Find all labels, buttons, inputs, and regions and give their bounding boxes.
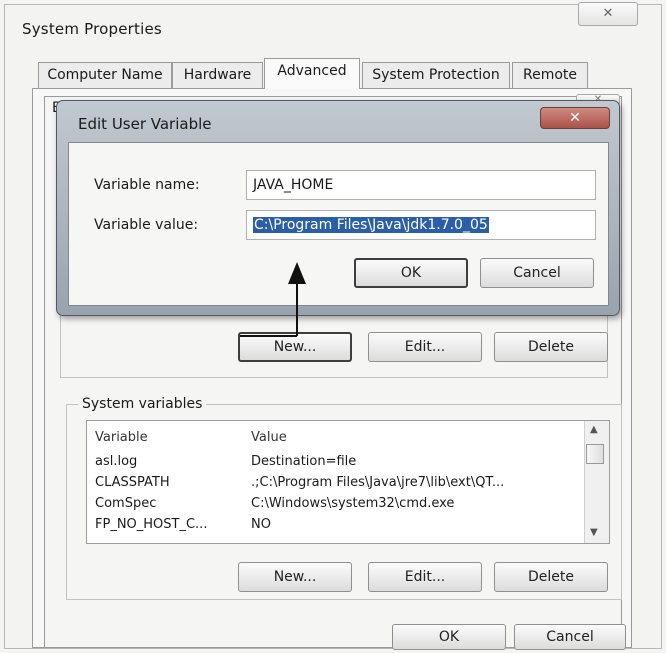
column-header-value[interactable]: Value	[251, 427, 581, 448]
system-edit-button[interactable]: Edit...	[368, 562, 482, 592]
row-variable: CLASSPATH	[95, 475, 170, 490]
row-variable: asl.log	[95, 454, 138, 469]
window-title: System Properties	[22, 20, 162, 38]
close-icon: ✕	[602, 6, 614, 21]
user-new-button[interactable]: New...	[238, 332, 352, 362]
row-value: Destination=file	[251, 454, 357, 469]
tab-system-protection[interactable]: System Protection	[362, 62, 510, 88]
tab-remote[interactable]: Remote	[512, 62, 588, 88]
row-value: NO	[251, 517, 271, 532]
variable-value-selected-text: C:\Program Files\Java\jdk1.7.0_05	[253, 217, 489, 233]
table-row[interactable]: asl.log Destination=file	[87, 451, 587, 472]
column-header-variable[interactable]: Variable	[95, 427, 243, 448]
system-variables-list[interactable]: Variable Value asl.log Destination=file …	[86, 420, 610, 544]
variable-name-value: JAVA_HOME	[253, 177, 334, 193]
variable-name-field[interactable]: JAVA_HOME	[246, 170, 596, 200]
list-header: Variable Value	[87, 427, 587, 448]
row-value: C:\Windows\system32\cmd.exe	[251, 496, 455, 511]
variable-name-label: Variable name:	[94, 177, 200, 193]
user-edit-button[interactable]: Edit...	[368, 332, 482, 362]
system-variables-label: System variables	[78, 396, 207, 412]
close-icon: ✕	[569, 110, 581, 126]
tab-label: Remote	[522, 67, 578, 83]
env-cancel-button[interactable]: Cancel	[514, 624, 626, 650]
system-delete-button[interactable]: Delete	[494, 562, 608, 592]
table-row[interactable]: ComSpec C:\Windows\system32\cmd.exe	[87, 493, 587, 514]
vertical-scrollbar[interactable]	[584, 421, 609, 543]
edit-ok-button[interactable]: OK	[354, 258, 468, 288]
row-variable: FP_NO_HOST_C...	[95, 517, 208, 532]
tab-hardware[interactable]: Hardware	[172, 62, 263, 88]
system-new-button[interactable]: New...	[238, 562, 352, 592]
env-ok-button[interactable]: OK	[392, 624, 506, 650]
scroll-down-icon[interactable]: ▼	[590, 527, 598, 538]
tab-label: Advanced	[277, 63, 347, 79]
edit-cancel-button[interactable]: Cancel	[480, 258, 594, 288]
scroll-up-icon[interactable]: ▲	[590, 424, 598, 435]
window-close-button[interactable]: ✕	[578, 2, 638, 26]
tab-label: System Protection	[372, 67, 500, 83]
variable-value-label: Variable value:	[94, 217, 199, 233]
variable-value-field[interactable]: C:\Program Files\Java\jdk1.7.0_05	[246, 210, 596, 240]
dialog-title: Edit User Variable	[78, 115, 212, 133]
tab-computer-name[interactable]: Computer Name	[38, 62, 172, 88]
row-variable: ComSpec	[95, 496, 157, 511]
row-value: .;C:\Program Files\Java\jre7\lib\ext\QT.…	[251, 475, 505, 490]
table-row[interactable]: FP_NO_HOST_C... NO	[87, 514, 587, 535]
table-row[interactable]: CLASSPATH .;C:\Program Files\Java\jre7\l…	[87, 472, 587, 493]
tab-label: Hardware	[183, 67, 252, 83]
tab-label: Computer Name	[47, 67, 163, 83]
dialog-close-button[interactable]: ✕	[540, 107, 610, 129]
scrollbar-thumb[interactable]	[586, 444, 604, 464]
user-delete-button[interactable]: Delete	[494, 332, 608, 362]
tab-advanced[interactable]: Advanced	[264, 58, 360, 89]
